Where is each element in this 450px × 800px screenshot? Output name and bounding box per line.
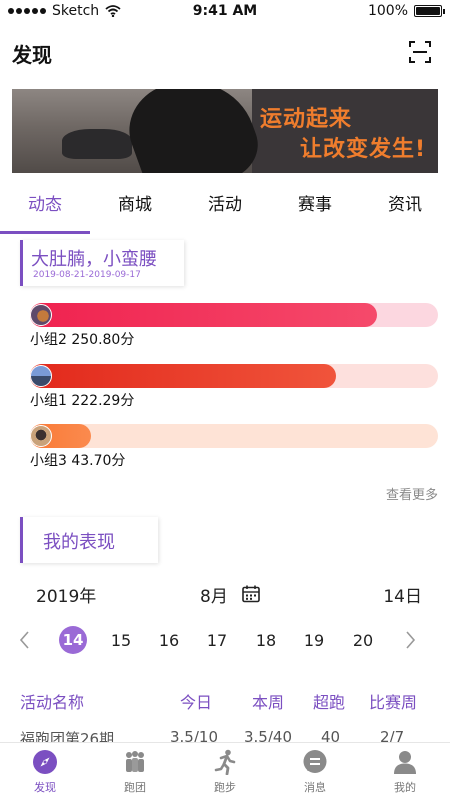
battery-icon — [414, 5, 445, 17]
nav-profile[interactable]: 我的 — [360, 749, 450, 795]
tab-bar: 动态 商城 活动 赛事 资讯 — [0, 190, 450, 230]
date-selector: 2019年 8月 14日 — [0, 582, 450, 607]
column-header: 比赛周 — [369, 693, 418, 712]
year-label[interactable]: 2019年 — [36, 582, 96, 607]
table-header: 活动名称 今日 本周 超跑 比赛周 — [0, 689, 450, 713]
scan-icon[interactable] — [408, 40, 432, 64]
rank-row[interactable]: 小组1 222.29分 — [30, 362, 438, 422]
rank-row[interactable]: 小组3 43.70分 — [30, 422, 438, 482]
rank-fill — [30, 303, 377, 327]
month-label[interactable]: 8月 — [200, 582, 228, 607]
rank-fill — [30, 364, 336, 388]
runner-icon — [214, 749, 236, 775]
compass-icon — [33, 750, 57, 774]
profile-icon — [394, 751, 416, 774]
tab-events[interactable]: 赛事 — [270, 190, 360, 215]
nav-team[interactable]: 跑团 — [90, 749, 180, 795]
banner-line2: 让改变发生! — [300, 137, 427, 162]
banner-line1: 运动起来 — [260, 107, 353, 132]
week-day[interactable]: 20 — [343, 631, 383, 650]
status-bar: Sketch 9:41 AM 100% — [0, 0, 450, 24]
avatar — [30, 365, 52, 387]
nav-label: 跑步 — [214, 781, 236, 794]
week-day[interactable]: 19 — [294, 631, 334, 650]
day-label[interactable]: 14日 — [383, 582, 422, 607]
week-strip: 14 15 16 17 18 19 20 — [0, 626, 450, 656]
tab-feed[interactable]: 动态 — [0, 190, 90, 215]
column-header: 今日 — [180, 693, 213, 712]
section-header-card: 我的表现 — [20, 517, 158, 563]
column-header: 超跑 — [313, 693, 346, 712]
column-header: 本周 — [252, 693, 285, 712]
week-day[interactable]: 16 — [149, 631, 189, 650]
nav-run[interactable]: 跑步 — [180, 749, 270, 795]
rank-label: 小组1 222.29分 — [30, 393, 135, 409]
battery-percent: 100% — [367, 3, 408, 19]
week-day[interactable]: 17 — [197, 631, 237, 650]
status-right: 100% — [367, 3, 445, 19]
chevron-right-icon[interactable] — [402, 630, 418, 650]
week-day[interactable]: 18 — [246, 631, 286, 650]
nav-discover[interactable]: 发现 — [0, 749, 90, 795]
nav-label: 消息 — [304, 781, 326, 794]
banner-shoe — [62, 129, 132, 159]
rank-track — [30, 424, 438, 448]
rank-row[interactable]: 小组2 250.80分 — [30, 301, 438, 361]
nav-messages[interactable]: 消息 — [270, 749, 360, 795]
week-day-selected[interactable]: 14 — [59, 626, 87, 654]
tab-news[interactable]: 资讯 — [360, 190, 450, 215]
rank-label: 小组2 250.80分 — [30, 332, 135, 348]
nav-label: 我的 — [394, 781, 416, 794]
team-icon — [126, 751, 144, 772]
challenge-card[interactable]: 大肚腩，小蛮腰 2019-08-21-2019-09-17 — [20, 240, 184, 286]
see-more-link[interactable]: 查看更多 — [386, 484, 438, 503]
avatar — [30, 304, 52, 326]
challenge-title: 大肚腩，小蛮腰 — [31, 249, 157, 270]
challenge-date: 2019-08-21-2019-09-17 — [33, 270, 141, 280]
chevron-left-icon[interactable] — [17, 630, 33, 650]
rank-label: 小组3 43.70分 — [30, 453, 126, 469]
tab-activities[interactable]: 活动 — [180, 190, 270, 215]
my-performance-title: 我的表现 — [43, 532, 115, 553]
bottom-nav: 发现 跑团 跑步 消息 我的 — [0, 742, 450, 800]
avatar — [30, 425, 52, 447]
tab-active-indicator — [0, 231, 90, 234]
calendar-icon[interactable] — [241, 584, 261, 604]
tab-mall[interactable]: 商城 — [90, 190, 180, 215]
promo-banner[interactable]: 运动起来 让改变发生! — [12, 89, 438, 173]
column-header: 活动名称 — [20, 693, 85, 712]
message-icon — [303, 750, 327, 773]
week-day[interactable]: 15 — [101, 631, 141, 650]
nav-label: 跑团 — [124, 781, 146, 794]
nav-label: 发现 — [34, 781, 56, 794]
page-title: 发现 — [12, 43, 52, 67]
